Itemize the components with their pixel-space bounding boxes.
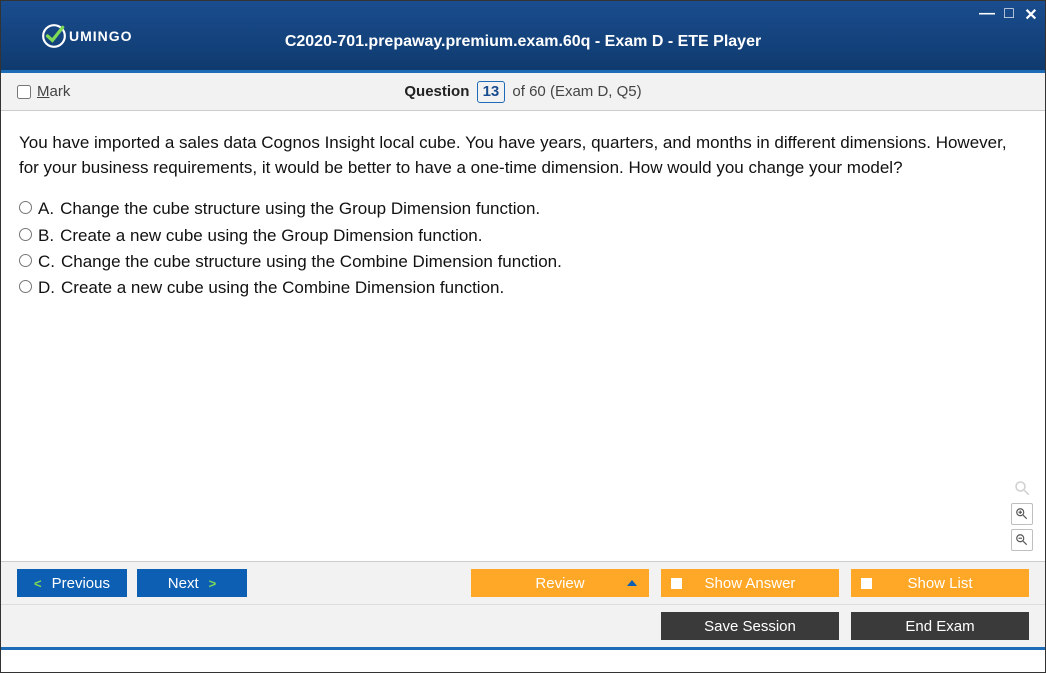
save-session-button[interactable]: Save Session xyxy=(661,612,839,640)
review-button[interactable]: Review xyxy=(471,569,649,597)
mark-label[interactable]: Mark xyxy=(37,83,70,100)
title-bar: UMINGO C2020-701.prepaway.premium.exam.6… xyxy=(1,1,1045,73)
stop-icon xyxy=(671,578,682,589)
end-exam-button[interactable]: End Exam xyxy=(851,612,1029,640)
footer-primary: < Previous Next > Review Show Answer Sho… xyxy=(1,561,1045,604)
close-button[interactable]: ✕ xyxy=(1023,5,1039,25)
question-bar: Mark Question 13 of 60 (Exam D, Q5) xyxy=(1,73,1045,111)
option-c-radio[interactable] xyxy=(19,254,32,267)
answer-options: A. Change the cube structure using the G… xyxy=(19,196,1027,301)
zoom-controls xyxy=(1011,477,1033,551)
option-b-radio[interactable] xyxy=(19,228,32,241)
mark-checkbox-wrap[interactable]: Mark xyxy=(17,83,70,100)
footer-secondary: Save Session End Exam xyxy=(1,604,1045,650)
show-list-button[interactable]: Show List xyxy=(851,569,1029,597)
mark-checkbox[interactable] xyxy=(17,85,31,99)
logo-check-icon xyxy=(41,23,67,49)
option-a-text: Change the cube structure using the Grou… xyxy=(60,196,540,222)
brand-text: UMINGO xyxy=(69,28,133,44)
search-icon[interactable] xyxy=(1011,477,1033,499)
maximize-button[interactable]: □ xyxy=(1001,5,1017,25)
option-d-radio[interactable] xyxy=(19,280,32,293)
option-b[interactable]: B. Create a new cube using the Group Dim… xyxy=(19,223,1027,249)
option-d[interactable]: D. Create a new cube using the Combine D… xyxy=(19,275,1027,301)
previous-button[interactable]: < Previous xyxy=(17,569,127,597)
question-content: You have imported a sales data Cognos In… xyxy=(1,111,1045,561)
question-number: 13 xyxy=(477,81,506,103)
zoom-out-button[interactable] xyxy=(1011,529,1033,551)
option-c[interactable]: C. Change the cube structure using the C… xyxy=(19,249,1027,275)
option-b-text: Create a new cube using the Group Dimens… xyxy=(60,223,482,249)
option-c-text: Change the cube structure using the Comb… xyxy=(61,249,562,275)
question-counter: Question 13 of 60 (Exam D, Q5) xyxy=(1,81,1045,103)
question-prompt: You have imported a sales data Cognos In… xyxy=(19,131,1027,180)
app-logo: UMINGO xyxy=(41,23,133,49)
option-a-radio[interactable] xyxy=(19,201,32,214)
option-d-text: Create a new cube using the Combine Dime… xyxy=(61,275,504,301)
chevron-right-icon: > xyxy=(209,576,217,591)
zoom-in-button[interactable] xyxy=(1011,503,1033,525)
triangle-up-icon xyxy=(627,580,637,586)
show-answer-button[interactable]: Show Answer xyxy=(661,569,839,597)
minimize-button[interactable]: — xyxy=(979,5,995,25)
window-title: C2020-701.prepaway.premium.exam.60q - Ex… xyxy=(1,33,1045,51)
stop-icon xyxy=(861,578,872,589)
window-controls: — □ ✕ xyxy=(979,5,1039,25)
option-a[interactable]: A. Change the cube structure using the G… xyxy=(19,196,1027,222)
next-button[interactable]: Next > xyxy=(137,569,247,597)
chevron-left-icon: < xyxy=(34,576,42,591)
